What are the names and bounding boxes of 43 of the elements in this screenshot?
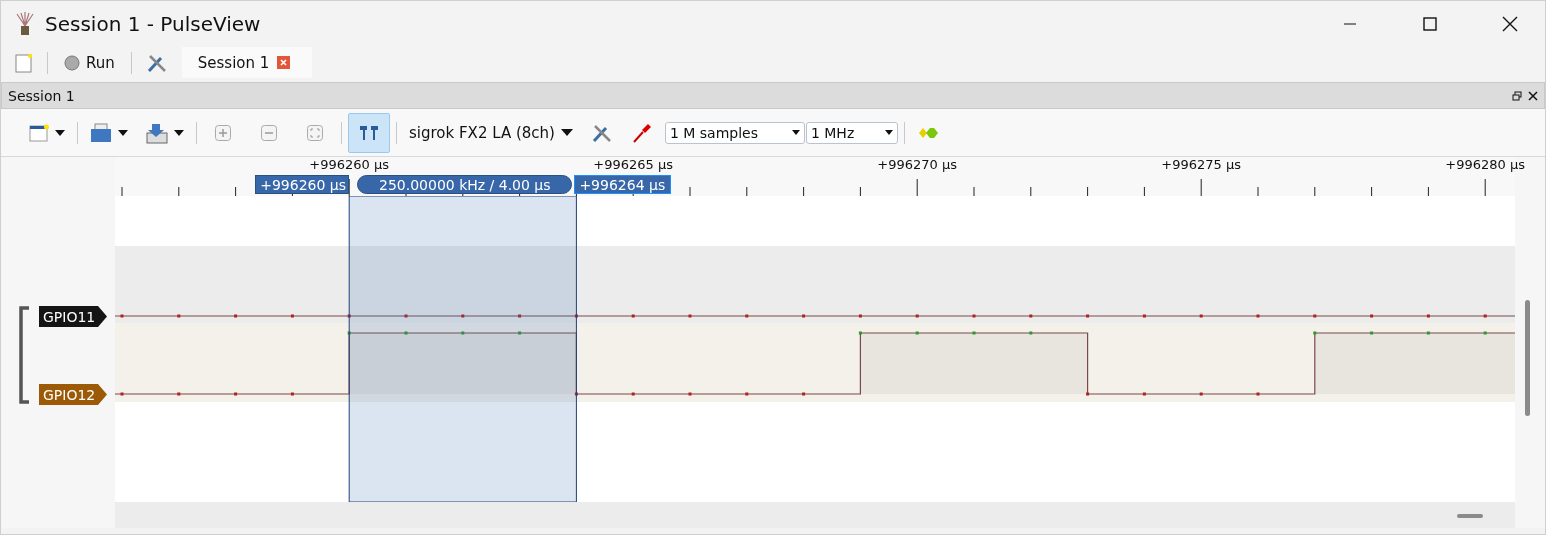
caret-icon xyxy=(560,129,573,136)
cursor-width-label: 250.00000 kHz / 4.00 µs xyxy=(357,175,573,194)
circle-icon xyxy=(64,54,80,71)
decoder-icon xyxy=(916,126,941,139)
time-label: +996265 µs xyxy=(593,157,674,173)
cursors-icon xyxy=(358,124,380,141)
cursor-button[interactable] xyxy=(348,112,390,153)
document-icon xyxy=(15,52,33,73)
close-icon xyxy=(1502,16,1518,32)
sample-rate-dropdown[interactable]: 1 MHz xyxy=(805,121,898,144)
device-selector[interactable]: sigrok FX2 LA (8ch) xyxy=(403,112,579,153)
caret-icon xyxy=(174,129,184,136)
dock-title: Session 1 xyxy=(8,87,76,104)
folder-icon xyxy=(90,122,112,143)
cursor-time-label[interactable]: +996264 µs xyxy=(574,175,672,194)
time-label: +996260 µs xyxy=(309,157,390,173)
maximize-icon xyxy=(1423,17,1437,31)
caret-icon xyxy=(884,130,893,135)
caret-icon xyxy=(118,129,128,136)
signal-pointer-icon xyxy=(98,306,108,327)
app-logo-icon xyxy=(15,12,35,36)
time-label: +996275 µs xyxy=(1161,157,1242,173)
group-bracket-icon xyxy=(18,306,32,404)
cursor-selection[interactable] xyxy=(348,196,577,502)
caret-icon xyxy=(55,129,65,136)
save-icon xyxy=(146,121,168,144)
run-button[interactable]: Run xyxy=(56,48,123,77)
time-label: +996280 µs xyxy=(1445,157,1526,173)
minus-icon xyxy=(261,124,277,141)
cursor-time-label[interactable]: +996260 µs xyxy=(255,175,350,194)
caret-icon xyxy=(791,130,800,135)
document-icon xyxy=(29,122,49,143)
session-tab[interactable]: Session 1 xyxy=(181,47,313,78)
horizontal-scrollbar[interactable] xyxy=(115,502,1515,528)
signal-pointer-icon xyxy=(98,384,108,405)
time-label: +996270 µs xyxy=(877,157,958,173)
sample-count-dropdown[interactable]: 1 M samples xyxy=(664,121,805,144)
close-icon[interactable] xyxy=(1528,90,1538,101)
plus-icon xyxy=(215,124,231,141)
fit-icon xyxy=(307,124,323,141)
probe-icon xyxy=(630,121,653,144)
window-title: Session 1 - PulseView xyxy=(45,12,262,36)
float-icon[interactable] xyxy=(1512,90,1522,101)
